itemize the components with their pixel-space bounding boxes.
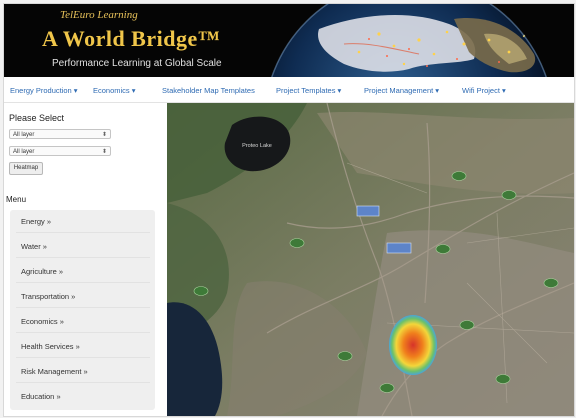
menu-item-health-services[interactable]: Health Services »: [21, 342, 80, 351]
layer-select-1[interactable]: All layer ⬍: [9, 129, 111, 139]
nav-stakeholder-map-templates[interactable]: Stakeholder Map Templates: [162, 86, 255, 95]
menu-divider: [16, 232, 150, 233]
nav-economics[interactable]: Economics ▾: [93, 86, 136, 95]
header-banner: TelEuro Learning A World Bridge™ Perform…: [4, 4, 574, 77]
menu-title: Menu: [6, 195, 27, 204]
menu-item-water[interactable]: Water »: [21, 242, 47, 251]
nav-wifi-project[interactable]: Wifi Project ▾: [462, 86, 506, 95]
menu-panel: Energy » Water » Agriculture » Transport…: [10, 210, 155, 410]
chevron-down-icon: ⬍: [101, 132, 107, 138]
nav-project-management[interactable]: Project Management ▾: [364, 86, 439, 95]
brand-tagline: Performance Learning at Global Scale: [52, 58, 222, 69]
menu-divider: [16, 332, 150, 333]
menu-divider: [16, 382, 150, 383]
menu-divider: [16, 282, 150, 283]
brand-title: A World Bridge™: [42, 26, 221, 51]
heatmap-hotspot: [389, 315, 437, 375]
nav-energy-production[interactable]: Energy Production ▾: [10, 86, 78, 95]
menu-item-transportation[interactable]: Transportation »: [21, 292, 75, 301]
top-nav: Energy Production ▾ Economics ▾ Stakehol…: [4, 80, 574, 103]
menu-item-energy[interactable]: Energy »: [21, 217, 51, 226]
menu-item-risk-management[interactable]: Risk Management »: [21, 367, 88, 376]
please-select-label: Please Select: [9, 113, 65, 123]
layer-select-2-value: All layer: [13, 149, 35, 155]
satellite-map[interactable]: Proteo Lake: [167, 103, 574, 416]
layer-select-1-value: All layer: [13, 132, 35, 138]
globe-image: [271, 4, 547, 77]
menu-divider: [16, 257, 150, 258]
nav-project-templates[interactable]: Project Templates ▾: [276, 86, 341, 95]
lake-label: Proteo Lake: [242, 143, 272, 149]
menu-divider: [16, 357, 150, 358]
menu-divider: [16, 307, 150, 308]
app-frame: TelEuro Learning A World Bridge™ Perform…: [3, 3, 575, 417]
menu-item-agriculture[interactable]: Agriculture »: [21, 267, 63, 276]
brand-subtitle: TelEuro Learning: [60, 9, 138, 21]
chevron-down-icon: ⬍: [101, 149, 107, 155]
sidebar: Please Select All layer ⬍ All layer ⬍ He…: [4, 103, 166, 416]
heatmap-button[interactable]: Heatmap: [9, 162, 43, 175]
menu-item-education[interactable]: Education »: [21, 392, 61, 401]
menu-item-economics[interactable]: Economics »: [21, 317, 64, 326]
layer-select-2[interactable]: All layer ⬍: [9, 146, 111, 156]
